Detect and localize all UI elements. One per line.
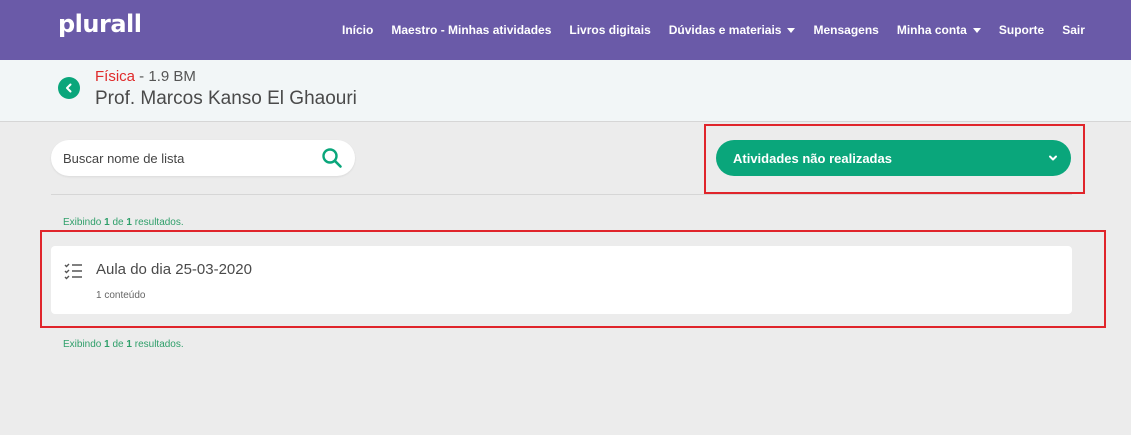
logo[interactable]: plurall bbox=[58, 10, 142, 38]
subject-name: Física bbox=[95, 68, 136, 85]
results-count-bottom: Exibindo 1 de 1 resultados. bbox=[63, 339, 184, 350]
results-total: 1 bbox=[126, 339, 132, 350]
list-item[interactable]: Aula do dia 25-03-2020 1 conteúdo bbox=[51, 246, 1072, 314]
results-de: de bbox=[112, 339, 124, 350]
main-nav: Início Maestro - Minhas atividades Livro… bbox=[342, 0, 1103, 60]
list-title: Aula do dia 25-03-2020 bbox=[96, 261, 252, 278]
chevron-down-icon bbox=[1049, 155, 1057, 161]
nav-label: Livros digitais bbox=[569, 23, 651, 37]
results-suffix: resultados. bbox=[134, 339, 184, 350]
nav-label: Início bbox=[342, 23, 374, 37]
nav-label: Maestro - Minhas atividades bbox=[391, 23, 552, 37]
subject-line: Física - 1.9 BM bbox=[95, 68, 196, 85]
results-total: 1 bbox=[126, 217, 132, 228]
results-prefix: Exibindo bbox=[63, 217, 102, 228]
search-box bbox=[51, 140, 355, 176]
nav-label: Mensagens bbox=[813, 23, 879, 37]
back-arrow-icon bbox=[66, 83, 72, 93]
nav-item-inicio[interactable]: Início bbox=[342, 23, 373, 37]
caret-down-icon bbox=[787, 27, 796, 33]
divider bbox=[51, 194, 1072, 195]
nav-label: Sair bbox=[1062, 23, 1085, 37]
class-name: - 1.9 BM bbox=[135, 68, 196, 85]
nav-item-suporte[interactable]: Suporte bbox=[999, 23, 1044, 37]
nav-item-livros-digitais[interactable]: Livros digitais bbox=[569, 23, 650, 37]
results-shown: 1 bbox=[104, 339, 110, 350]
search-input[interactable] bbox=[63, 140, 313, 176]
nav-item-maestro[interactable]: Maestro - Minhas atividades bbox=[391, 23, 551, 37]
results-count-top: Exibindo 1 de 1 resultados. bbox=[63, 217, 184, 228]
course-header: Física - 1.9 BM Prof. Marcos Kanso El Gh… bbox=[0, 60, 1131, 122]
filter-selected-value: Atividades não realizadas bbox=[733, 150, 892, 166]
top-navbar: plurall Início Maestro - Minhas atividad… bbox=[0, 0, 1131, 60]
nav-item-duvidas-materiais[interactable]: Dúvidas e materiais bbox=[669, 23, 796, 37]
search-icon[interactable] bbox=[321, 147, 343, 169]
results-suffix: resultados. bbox=[134, 217, 184, 228]
back-button[interactable] bbox=[58, 77, 80, 99]
nav-label: Suporte bbox=[998, 23, 1045, 37]
nav-item-sair[interactable]: Sair bbox=[1062, 23, 1085, 37]
results-prefix: Exibindo bbox=[63, 339, 102, 350]
list-content-count: 1 conteúdo bbox=[96, 290, 146, 301]
activity-filter-dropdown[interactable]: Atividades não realizadas bbox=[716, 140, 1071, 176]
nav-label: Dúvidas e materiais bbox=[668, 23, 782, 37]
checklist-icon bbox=[64, 263, 82, 280]
nav-item-mensagens[interactable]: Mensagens bbox=[813, 23, 878, 37]
results-shown: 1 bbox=[104, 217, 110, 228]
nav-label: Minha conta bbox=[896, 23, 967, 37]
results-de: de bbox=[112, 217, 124, 228]
caret-down-icon bbox=[972, 27, 981, 33]
teacher-name: Prof. Marcos Kanso El Ghaouri bbox=[95, 88, 357, 109]
nav-item-minha-conta[interactable]: Minha conta bbox=[897, 23, 981, 37]
